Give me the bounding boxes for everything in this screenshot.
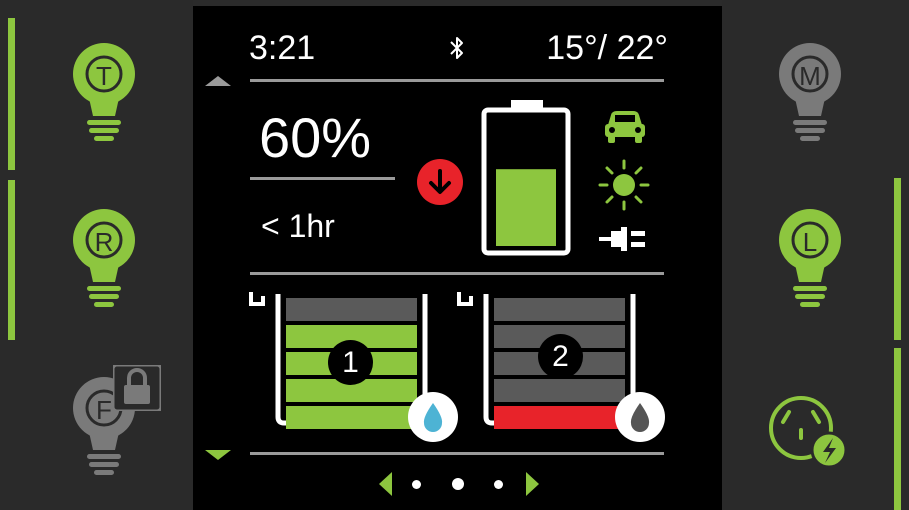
lock-icon (111, 363, 163, 413)
power-outlet-icon (769, 396, 848, 469)
light-t-letter: T (96, 61, 112, 91)
tank-1-level-segment (286, 406, 417, 429)
tanks-divider (250, 272, 664, 275)
light-r-letter: R (94, 227, 114, 257)
light-t-active-bar (8, 18, 15, 170)
light-m-letter: M (799, 61, 821, 91)
car-icon (603, 109, 647, 145)
battery-percent: 60% (259, 106, 372, 169)
tank-2-level-segment (494, 298, 625, 321)
light-l-active-bar (894, 178, 901, 340)
time-remaining: < 1hr (261, 208, 335, 244)
bluetooth-icon (447, 34, 467, 64)
clock: 3:21 (249, 29, 316, 67)
light-l-letter: L (802, 227, 818, 257)
plug-icon (597, 225, 649, 253)
light-l-button[interactable]: L (775, 202, 855, 312)
light-m-button[interactable]: M (775, 36, 855, 146)
tank-2-level-segment (494, 379, 625, 402)
water-drop-icon (406, 390, 460, 444)
footer-divider (250, 452, 664, 455)
tank-2-number: 2 (538, 334, 583, 379)
battery-fill (496, 169, 556, 246)
temperature-readout: 15°/ 22° (546, 29, 668, 67)
light-r-button[interactable]: R (69, 202, 149, 312)
grey-water-drop-icon (613, 390, 667, 444)
tank-2-level-segment (494, 406, 625, 429)
previous-page-arrow[interactable] (379, 472, 392, 496)
discharging-arrow-icon (417, 159, 463, 205)
header-divider (250, 79, 664, 82)
battery-divider (250, 177, 395, 180)
outlet-active-bar (894, 348, 901, 510)
tank-1-number: 1 (328, 340, 373, 385)
tank-1-level-segment (286, 298, 417, 321)
main-display: 3:21 15°/ 22° 60% < 1hr 1 2 (193, 6, 722, 510)
page-dot-3[interactable] (494, 480, 503, 489)
outlet-button[interactable] (765, 392, 857, 476)
battery-gauge (481, 98, 573, 258)
sun-icon (597, 158, 651, 212)
light-r-active-bar (8, 180, 15, 340)
page-dot-2-active[interactable] (452, 478, 464, 490)
page-dot-1[interactable] (412, 480, 421, 489)
light-t-button[interactable]: T (69, 36, 149, 146)
next-page-arrow[interactable] (526, 472, 539, 496)
scroll-down-arrow[interactable] (205, 450, 231, 460)
scroll-up-arrow[interactable] (205, 76, 231, 86)
